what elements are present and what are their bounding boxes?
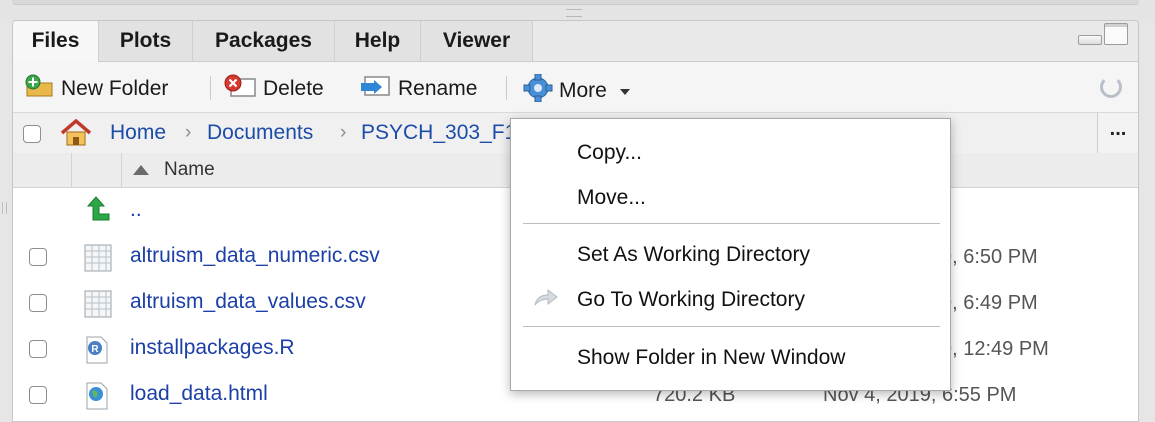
row-checkbox[interactable]	[29, 248, 47, 266]
breadcrumb-separator: ›	[340, 122, 347, 143]
files-toolbar: New Folder Delete Rename More	[13, 62, 1138, 112]
delete-button[interactable]: Delete	[223, 74, 324, 100]
more-label: More	[559, 79, 607, 103]
tab-bar: Files Plots Packages Help Viewer	[13, 21, 1138, 62]
menu-item-show-folder-new-window[interactable]: Show Folder in New Window	[577, 346, 845, 370]
new-folder-label: New Folder	[61, 77, 169, 101]
rename-icon	[360, 74, 392, 105]
file-name-link[interactable]: load_data.html	[130, 382, 268, 406]
delete-label: Delete	[263, 77, 324, 101]
splitter-grip[interactable]	[566, 9, 582, 17]
new-folder-icon	[25, 74, 55, 105]
file-name-link[interactable]: altruism_data_values.csv	[130, 290, 366, 314]
rename-button[interactable]: Rename	[360, 74, 477, 100]
tab-help[interactable]: Help	[335, 21, 421, 61]
dropdown-caret-icon	[619, 88, 630, 95]
menu-separator	[523, 326, 940, 327]
breadcrumb-home[interactable]: Home	[110, 121, 166, 145]
file-modified: 9, 12:49 PM	[941, 338, 1049, 360]
upper-pane-edge	[12, 0, 1139, 5]
row-checkbox[interactable]	[29, 386, 47, 404]
go-to-directory-arrow-icon	[533, 287, 559, 312]
delete-icon	[223, 74, 257, 105]
menu-item-set-working-directory[interactable]: Set As Working Directory	[577, 243, 810, 267]
parent-directory-icon[interactable]	[85, 196, 111, 227]
file-name-link[interactable]: installpackages.R	[130, 336, 295, 360]
tab-packages[interactable]: Packages	[193, 21, 335, 61]
side-splitter-grip[interactable]	[2, 202, 7, 214]
refresh-icon[interactable]	[1100, 76, 1122, 98]
select-all-checkbox[interactable]	[23, 125, 41, 143]
menu-item-move[interactable]: Move...	[577, 186, 646, 210]
tab-plots[interactable]: Plots	[99, 21, 193, 61]
html-file-icon	[84, 382, 110, 415]
more-button[interactable]: More	[523, 73, 630, 103]
column-name-header[interactable]: Name	[164, 159, 215, 181]
menu-item-copy[interactable]: Copy...	[577, 141, 642, 165]
breadcrumb-separator: ›	[185, 122, 192, 143]
file-name-link[interactable]: altruism_data_numeric.csv	[130, 244, 380, 268]
file-modified: 9, 6:50 PM	[941, 246, 1038, 268]
minimize-pane-button[interactable]	[1078, 35, 1102, 45]
column-divider	[121, 153, 122, 187]
tab-files[interactable]: Files	[13, 21, 99, 62]
sort-ascending-icon[interactable]	[133, 165, 149, 175]
more-dropdown-menu: Copy... Move... Set As Working Directory…	[510, 118, 951, 391]
csv-file-icon	[84, 244, 112, 277]
csv-file-icon	[84, 290, 112, 323]
svg-text:R: R	[91, 344, 99, 355]
gear-icon	[523, 73, 553, 109]
breadcrumb-more-button[interactable]: ...	[1097, 113, 1138, 153]
file-name-link[interactable]: ..	[130, 198, 142, 222]
r-script-icon: R	[84, 336, 110, 369]
menu-separator	[523, 223, 940, 224]
column-divider	[71, 153, 72, 187]
home-icon[interactable]	[59, 118, 93, 152]
tab-viewer[interactable]: Viewer	[421, 21, 533, 61]
breadcrumb-folder[interactable]: PSYCH_303_F1	[361, 121, 516, 145]
row-checkbox[interactable]	[29, 294, 47, 312]
toolbar-separator	[210, 76, 211, 100]
toolbar-separator	[506, 76, 507, 100]
new-folder-button[interactable]: New Folder	[25, 74, 168, 100]
menu-item-go-to-working-directory[interactable]: Go To Working Directory	[577, 288, 805, 312]
maximize-pane-button[interactable]	[1104, 23, 1128, 45]
row-checkbox[interactable]	[29, 340, 47, 358]
pane-splitter[interactable]	[0, 0, 1155, 20]
file-modified: 9, 6:49 PM	[941, 292, 1038, 314]
breadcrumb-documents[interactable]: Documents	[207, 121, 313, 145]
rename-label: Rename	[398, 77, 478, 101]
